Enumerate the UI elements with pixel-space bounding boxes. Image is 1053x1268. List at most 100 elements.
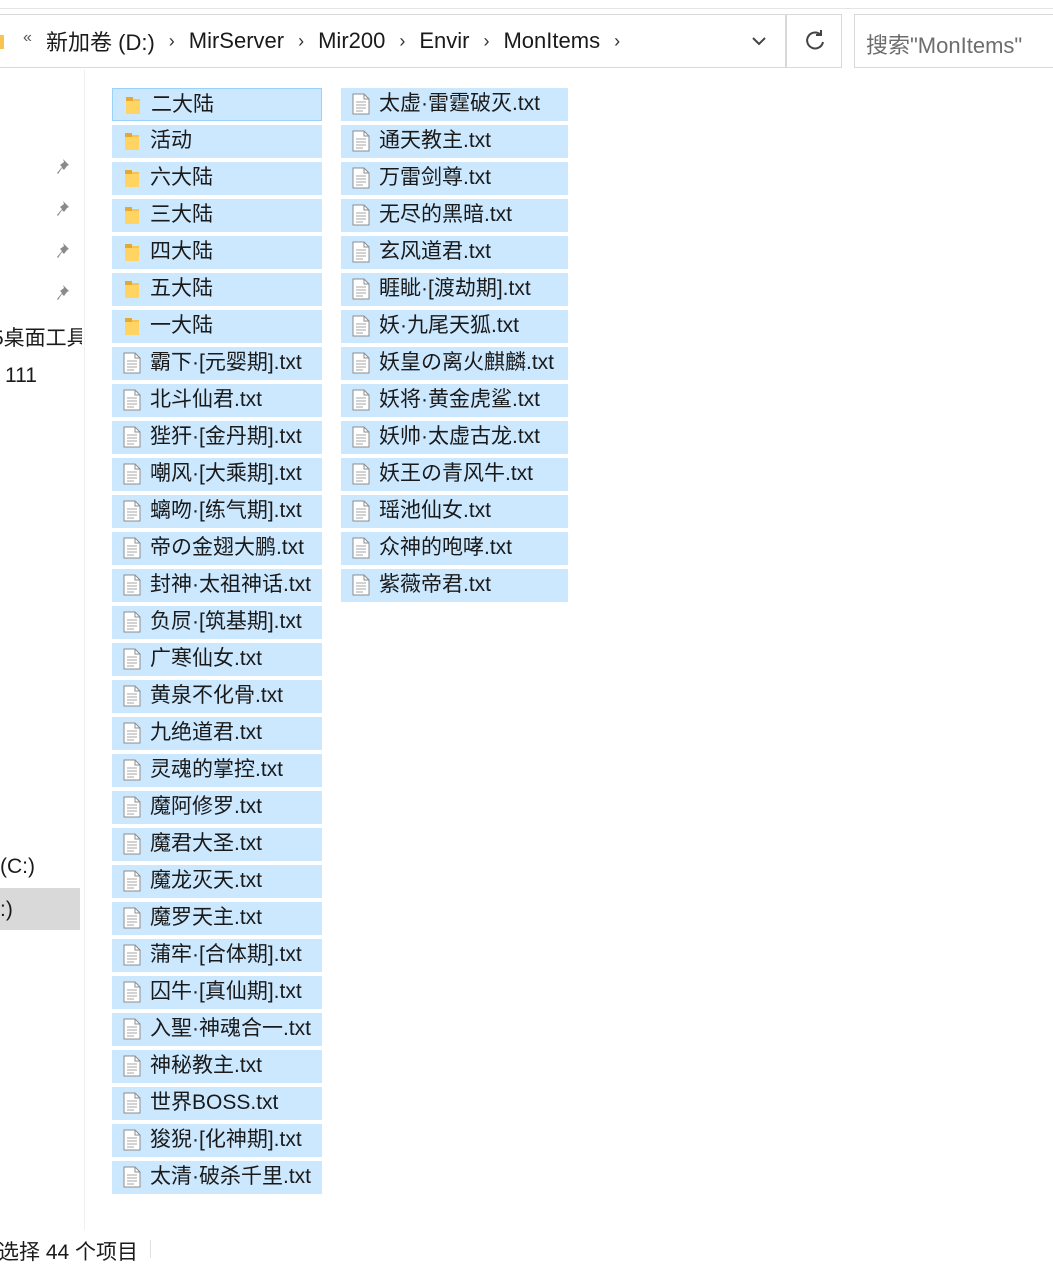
file-item[interactable]: 狻猊·[化神期].txt (112, 1124, 322, 1157)
item-name: 玄风道君.txt (379, 240, 492, 263)
file-item[interactable]: 魔龙灭天.txt (112, 865, 322, 898)
folder-item[interactable]: 一大陆 (112, 310, 322, 343)
pane-divider[interactable] (84, 70, 85, 1230)
breadcrumb-envir[interactable]: Envir (419, 28, 469, 54)
file-item[interactable]: 神秘教主.txt (112, 1050, 322, 1083)
nav-item-drive-c[interactable]: (C:) (0, 855, 35, 879)
file-item[interactable]: 玄风道君.txt (341, 236, 568, 269)
chevron-right-icon[interactable]: › (284, 31, 318, 52)
item-name: 魔龙灭天.txt (150, 869, 263, 892)
file-item[interactable]: 通天教主.txt (341, 125, 568, 158)
folder-icon (122, 241, 142, 263)
file-item[interactable]: 太清·破杀千里.txt (112, 1161, 322, 1194)
breadcrumb-mir200[interactable]: Mir200 (318, 28, 385, 54)
file-item[interactable]: 紫薇帝君.txt (341, 569, 568, 602)
folder-item[interactable]: 五大陆 (112, 273, 322, 306)
file-item[interactable]: 螭吻·[练气期].txt (112, 495, 322, 528)
file-item[interactable]: 囚牛·[真仙期].txt (112, 976, 322, 1009)
file-item[interactable]: 封神·太祖神话.txt (112, 569, 322, 602)
status-bar-selection-count: 选择 44 个项目 (0, 1241, 139, 1264)
item-name: 六大陆 (150, 166, 213, 189)
file-item[interactable]: 魔君大圣.txt (112, 828, 322, 861)
item-name: 九绝道君.txt (150, 721, 263, 744)
file-item[interactable]: 妖皇の离火麒麟.txt (341, 347, 568, 380)
breadcrumb-drive[interactable]: 新加卷 (D:) (46, 25, 155, 57)
chevron-down-icon[interactable] (747, 29, 771, 53)
file-item[interactable]: 北斗仙君.txt (112, 384, 322, 417)
pin-icon[interactable] (55, 199, 75, 219)
text-file-icon (351, 93, 371, 115)
nav-item-111[interactable]: 111 (5, 364, 37, 388)
breadcrumb-monitems[interactable]: MonItems (503, 28, 600, 54)
nav-item-drive-d-label: :) (0, 898, 13, 921)
text-file-icon (122, 833, 142, 855)
text-file-icon (122, 537, 142, 559)
folder-item[interactable]: 三大陆 (112, 199, 322, 232)
file-item[interactable]: 魔阿修罗.txt (112, 791, 322, 824)
text-file-icon (351, 463, 371, 485)
text-file-icon (351, 574, 371, 596)
file-item[interactable]: 众神的咆哮.txt (341, 532, 568, 565)
item-name: 睚眦·[渡劫期].txt (379, 277, 531, 300)
address-bar[interactable]: « 新加卷 (D:) › MirServer › Mir200 › Envir … (0, 14, 786, 68)
item-name: 嘲风·[大乘期].txt (150, 462, 302, 485)
folder-icon (122, 130, 142, 152)
file-item[interactable]: 无尽的黑暗.txt (341, 199, 568, 232)
search-input[interactable]: 搜索"MonItems" (854, 14, 1053, 68)
file-item[interactable]: 妖将·黄金虎鲨.txt (341, 384, 568, 417)
item-name: 灵魂的掌控.txt (150, 758, 284, 781)
file-item[interactable]: 狴犴·[金丹期].txt (112, 421, 322, 454)
file-item[interactable]: 瑶池仙女.txt (341, 495, 568, 528)
file-item[interactable]: 九绝道君.txt (112, 717, 322, 750)
file-item[interactable]: 太虚·雷霆破灭.txt (341, 88, 568, 121)
folder-item[interactable]: 四大陆 (112, 236, 322, 269)
text-file-icon (122, 981, 142, 1003)
file-item[interactable]: 万雷剑尊.txt (341, 162, 568, 195)
text-file-icon (122, 648, 142, 670)
pin-icon[interactable] (55, 241, 75, 261)
pin-icon[interactable] (55, 157, 75, 177)
item-name: 蒲牢·[合体期].txt (150, 943, 302, 966)
item-name: 黄泉不化骨.txt (150, 684, 284, 707)
file-explorer-window: « 新加卷 (D:) › MirServer › Mir200 › Envir … (0, 0, 1053, 1268)
item-name: 太清·破杀千里.txt (150, 1165, 311, 1188)
file-item[interactable]: 睚眦·[渡劫期].txt (341, 273, 568, 306)
item-name: 囚牛·[真仙期].txt (150, 980, 302, 1003)
nav-item-desktop-tools[interactable]: 5桌面工具 (0, 322, 82, 352)
file-item[interactable]: 霸下·[元婴期].txt (112, 347, 322, 380)
chevron-right-icon[interactable]: › (155, 31, 189, 52)
pin-icon[interactable] (55, 283, 75, 303)
file-item[interactable]: 蒲牢·[合体期].txt (112, 939, 322, 972)
chevron-right-icon[interactable]: › (469, 31, 503, 52)
file-item[interactable]: 负屃·[筑基期].txt (112, 606, 322, 639)
file-item[interactable]: 妖王の青风牛.txt (341, 458, 568, 491)
text-file-icon (122, 352, 142, 374)
folder-item[interactable]: 二大陆 (112, 88, 322, 121)
chevron-right-icon[interactable]: › (385, 31, 419, 52)
text-file-icon (122, 611, 142, 633)
breadcrumb-mirserver[interactable]: MirServer (189, 28, 284, 54)
file-item[interactable]: 妖帅·太虚古龙.txt (341, 421, 568, 454)
item-name: 无尽的黑暗.txt (379, 203, 513, 226)
item-name: 二大陆 (151, 93, 214, 116)
file-item[interactable]: 广寒仙女.txt (112, 643, 322, 676)
file-item[interactable]: 黄泉不化骨.txt (112, 680, 322, 713)
folder-icon (0, 35, 4, 49)
text-file-icon (122, 944, 142, 966)
file-item[interactable]: 世界BOSS.txt (112, 1087, 322, 1120)
text-file-icon (122, 722, 142, 744)
chevron-right-icon[interactable]: › (600, 31, 634, 52)
breadcrumb-overflow-button[interactable]: « (23, 29, 32, 47)
file-item[interactable]: 魔罗天主.txt (112, 902, 322, 935)
file-item[interactable]: 妖·九尾天狐.txt (341, 310, 568, 343)
text-file-icon (351, 241, 371, 263)
text-file-icon (351, 130, 371, 152)
file-item[interactable]: 入聖·神魂合一.txt (112, 1013, 322, 1046)
folder-item[interactable]: 六大陆 (112, 162, 322, 195)
refresh-button[interactable] (786, 14, 842, 68)
file-item[interactable]: 帝の金翅大鹏.txt (112, 532, 322, 565)
nav-item-drive-d[interactable]: :) (0, 888, 80, 930)
file-item[interactable]: 灵魂的掌控.txt (112, 754, 322, 787)
folder-item[interactable]: 活动 (112, 125, 322, 158)
file-item[interactable]: 嘲风·[大乘期].txt (112, 458, 322, 491)
